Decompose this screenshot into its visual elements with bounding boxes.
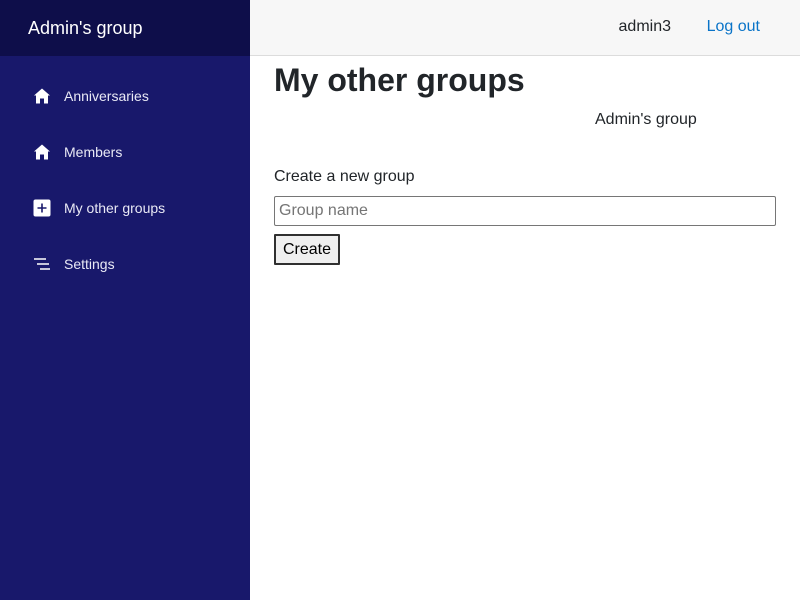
- brand-title[interactable]: Admin's group: [0, 0, 250, 56]
- username: admin3: [618, 18, 671, 35]
- page-title: My other groups: [274, 62, 525, 98]
- sidebar-nav: Anniversaries Members My other groups Se…: [0, 56, 250, 292]
- main-content: My other groups Admin's group Create a n…: [274, 56, 776, 265]
- plus-square-icon: [32, 198, 52, 218]
- sidebar-item-label: My other groups: [64, 200, 166, 216]
- sidebar: Admin's group Anniversaries Members My o…: [0, 0, 250, 600]
- group-link[interactable]: Admin's group: [274, 110, 776, 130]
- group-name-input[interactable]: [274, 196, 776, 226]
- home-icon: [32, 86, 52, 106]
- sidebar-item-label: Settings: [64, 256, 115, 272]
- create-group-label: Create a new group: [274, 168, 415, 185]
- sidebar-item-my-other-groups[interactable]: My other groups: [0, 180, 250, 236]
- sidebar-item-label: Anniversaries: [64, 88, 149, 104]
- home-icon: [32, 142, 52, 162]
- sidebar-item-anniversaries[interactable]: Anniversaries: [0, 68, 250, 124]
- sidebar-item-label: Members: [64, 144, 123, 160]
- sidebar-item-settings[interactable]: Settings: [0, 236, 250, 292]
- menu-lines-icon: [32, 254, 52, 274]
- topbar: admin3 Log out: [250, 0, 800, 56]
- sidebar-item-members[interactable]: Members: [0, 124, 250, 180]
- logout-link[interactable]: Log out: [707, 18, 760, 36]
- create-button[interactable]: Create: [274, 234, 341, 265]
